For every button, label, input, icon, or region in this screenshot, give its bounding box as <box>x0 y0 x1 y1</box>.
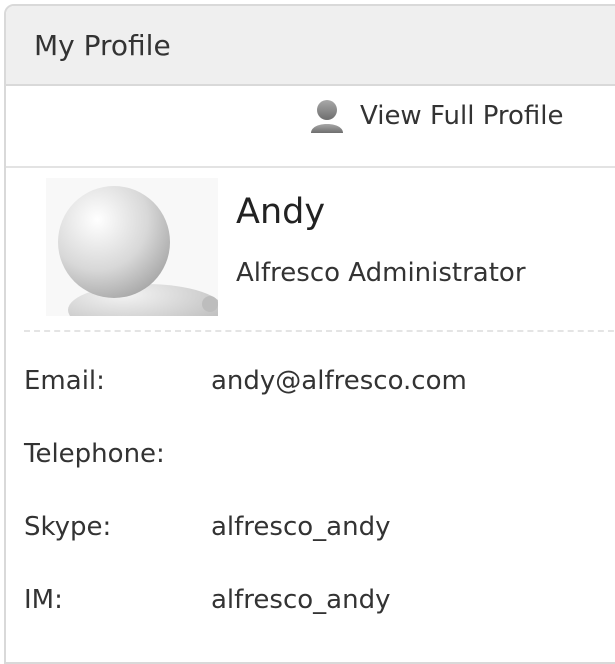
profile-divider <box>24 330 615 332</box>
field-row-telephone: Telephone: <box>24 431 614 504</box>
user-icon <box>308 97 346 135</box>
field-label-email: Email: <box>24 366 105 396</box>
profile-job-title: Alfresco Administrator <box>236 258 526 288</box>
field-value-im: alfresco_andy <box>211 585 391 615</box>
default-avatar-icon <box>46 178 218 316</box>
field-row-email: Email: andy@alfresco.com <box>24 358 614 431</box>
field-value-skype: alfresco_andy <box>211 512 391 542</box>
view-full-profile-link[interactable]: View Full Profile <box>308 92 564 140</box>
field-row-im: IM: alfresco_andy <box>24 577 614 650</box>
field-label-skype: Skype: <box>24 512 112 542</box>
view-full-profile-label: View Full Profile <box>360 101 564 131</box>
profile-header: Andy Alfresco Administrator <box>46 178 606 328</box>
dashlet-title: My Profile <box>34 28 171 62</box>
field-label-im: IM: <box>24 585 63 615</box>
field-label-telephone: Telephone: <box>24 439 165 469</box>
email-link[interactable]: andy@alfresco.com <box>211 366 467 396</box>
dashlet-title-bar: My Profile <box>6 6 615 86</box>
field-row-skype: Skype: alfresco_andy <box>24 504 614 577</box>
profile-fields: Email: andy@alfresco.com Telephone: Skyp… <box>24 358 614 650</box>
profile-name: Andy <box>236 192 326 232</box>
